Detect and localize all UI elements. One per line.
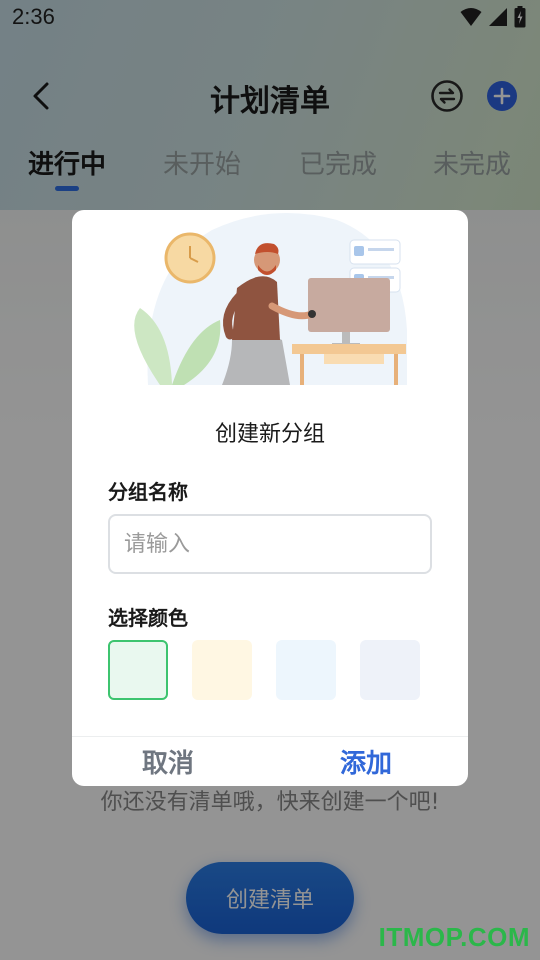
screen: 2:36 计划清单 进行中 未开始 已完成 未完成 你还没有清单哦，快来创建一个… [0, 0, 540, 960]
watermark: ITMOP.COM [378, 922, 530, 952]
color-swatch-lavender[interactable] [360, 640, 420, 700]
color-swatch-cream[interactable] [192, 640, 252, 700]
color-swatch-mint[interactable] [108, 640, 168, 700]
add-button[interactable]: 添加 [340, 743, 392, 780]
group-name-input[interactable] [108, 514, 432, 574]
color-select-label: 选择颜色 [108, 606, 188, 630]
group-name-label: 分组名称 [108, 480, 188, 504]
color-swatch-list [108, 640, 468, 700]
dialog-actions: 取消 添加 [72, 737, 468, 786]
cancel-button[interactable]: 取消 [142, 743, 194, 780]
dialog-illustration [134, 212, 407, 385]
color-swatch-sky[interactable] [276, 640, 336, 700]
dialog-title: 创建新分组 [214, 422, 325, 447]
create-group-dialog: 创建新分组 分组名称 选择颜色 取消 添加 [72, 210, 468, 786]
